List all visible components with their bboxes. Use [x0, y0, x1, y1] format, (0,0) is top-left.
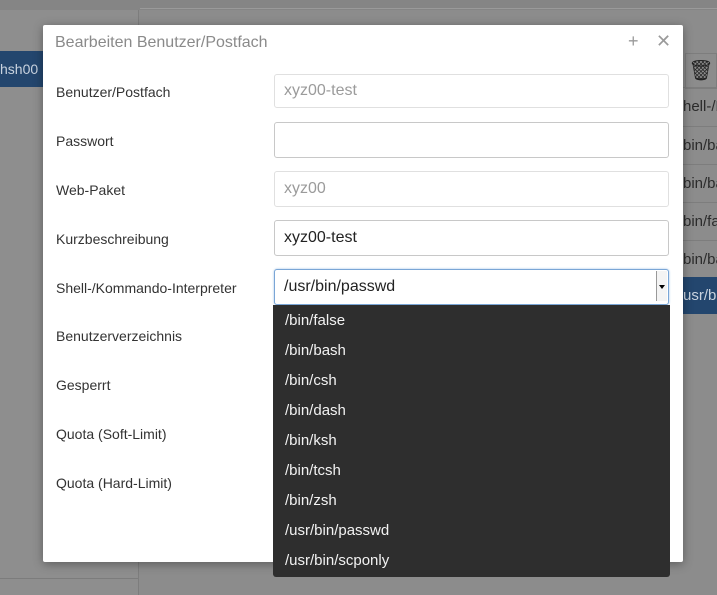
- dropdown-option[interactable]: /bin/csh: [273, 366, 670, 396]
- background-header-divider: [140, 8, 717, 9]
- trash-icon: 🗑: [685, 53, 717, 89]
- plus-icon[interactable]: +: [628, 31, 639, 52]
- background-table-cell: hell-/K: [683, 87, 717, 126]
- dropdown-option[interactable]: /bin/ksh: [273, 426, 670, 456]
- user-field[interactable]: [274, 74, 669, 108]
- password-field[interactable]: [274, 122, 669, 158]
- locked-label: Gesperrt: [56, 377, 111, 393]
- background-left-divider: [0, 578, 138, 579]
- dropdown-option[interactable]: /bin/tcsh: [273, 456, 670, 486]
- homedir-label: Benutzerverzeichnis: [56, 328, 183, 344]
- shell-dropdown-list: /bin/false /bin/bash /bin/csh /bin/dash …: [273, 305, 670, 577]
- dialog-title: Bearbeiten Benutzer/Postfach: [55, 34, 268, 51]
- shell-select[interactable]: /usr/bin/passwd: [274, 269, 669, 305]
- password-label: Passwort: [56, 133, 114, 149]
- chevron-down-icon[interactable]: [656, 271, 667, 301]
- shell-select-value: /usr/bin/passwd: [284, 278, 396, 295]
- shell-label: Shell-/Kommando-Interpreter: [56, 280, 237, 296]
- user-label: Benutzer/Postfach: [56, 84, 171, 100]
- description-field[interactable]: [274, 220, 669, 256]
- close-icon[interactable]: ✕: [656, 31, 671, 52]
- dropdown-option[interactable]: /bin/bash: [273, 336, 670, 366]
- webpackage-field[interactable]: [274, 171, 669, 207]
- background-table-cell: bin/ba: [683, 126, 717, 165]
- webpackage-label: Web-Paket: [56, 182, 125, 198]
- dropdown-option[interactable]: /usr/bin/passwd: [273, 516, 670, 546]
- dropdown-option[interactable]: /usr/bin/scponly: [273, 546, 670, 576]
- background-table-cell: bin/fal: [683, 202, 717, 241]
- background-left-selected-item: hsh00: [0, 51, 43, 87]
- background-table-selected-cell: usr/bi: [683, 277, 717, 314]
- background-table-cell: bin/ba: [683, 164, 717, 203]
- dropdown-option[interactable]: /bin/zsh: [273, 486, 670, 516]
- dropdown-option[interactable]: /bin/dash: [273, 396, 670, 426]
- dropdown-option[interactable]: /bin/false: [273, 306, 670, 336]
- quota-hard-label: Quota (Hard-Limit): [56, 475, 172, 491]
- description-label: Kurzbeschreibung: [56, 231, 169, 247]
- background-table-cell: bin/ba: [683, 240, 717, 279]
- quota-soft-label: Quota (Soft-Limit): [56, 426, 167, 442]
